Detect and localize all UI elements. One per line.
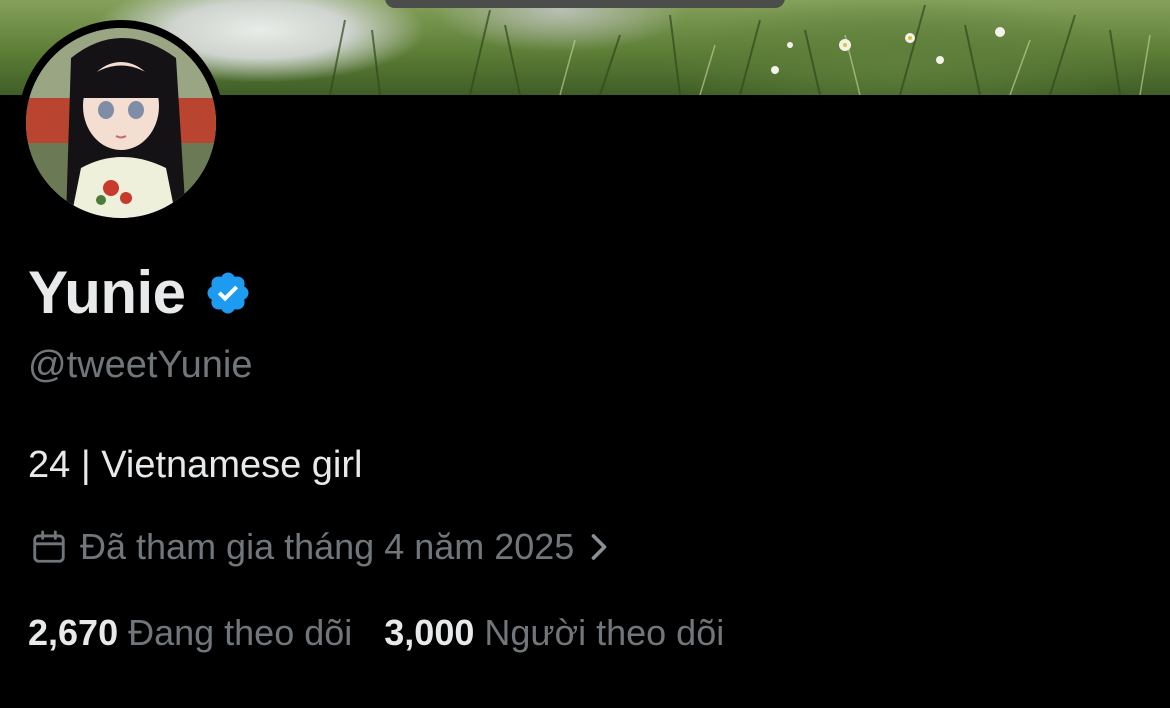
bio: 24 | Vietnamese girl — [28, 444, 363, 486]
calendar-icon — [33, 530, 65, 563]
followers-count: 3,000 — [384, 612, 475, 653]
joined-date-row[interactable]: Đã tham gia tháng 4 năm 2025 — [30, 526, 610, 568]
display-name-row: Yunie — [28, 258, 252, 327]
avatar[interactable] — [18, 20, 224, 226]
following-count: 2,670 — [28, 612, 119, 653]
avatar-image — [26, 28, 216, 218]
handle: @tweetYunie — [28, 344, 253, 386]
follow-stats: 2,670 Đang theo dõi 3,000 Người theo dõi — [28, 612, 724, 654]
following-link[interactable]: 2,670 Đang theo dõi — [28, 612, 352, 654]
joined-date-text: Đã tham gia tháng 4 năm 2025 — [80, 526, 575, 567]
following-label: Đang theo dõi — [128, 612, 353, 653]
followers-label: Người theo dõi — [484, 612, 725, 653]
verified-badge-icon[interactable] — [204, 269, 252, 317]
followers-link[interactable]: 3,000 Người theo dõi — [384, 612, 724, 654]
chevron-right-icon — [592, 534, 607, 560]
display-name: Yunie — [28, 259, 186, 326]
